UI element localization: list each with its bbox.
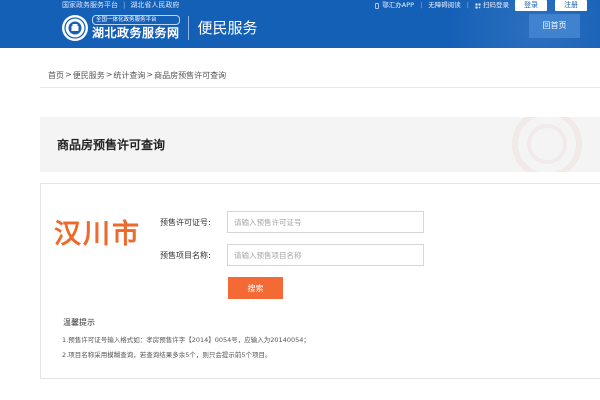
app-link-label: 鄂汇办APP — [382, 1, 415, 9]
scan-login-link[interactable]: 扫码登录 — [475, 0, 509, 11]
breadcrumb-separator: > — [105, 70, 113, 79]
link-provincial-government[interactable]: 湖北省人民政府 — [130, 0, 179, 11]
breadcrumb-statistics[interactable]: 统计查询 — [113, 70, 145, 81]
separator: | — [420, 1, 423, 9]
logo-subtitle: 全国一体化政务服务平台 — [92, 15, 180, 25]
breadcrumb-divider — [40, 87, 600, 88]
accessible-reading-link[interactable]: 无障碍阅读 — [428, 0, 461, 11]
license-number-input[interactable] — [227, 211, 424, 233]
project-name-label: 预售项目名称: — [160, 251, 211, 260]
logo-divider — [187, 16, 189, 40]
tip-item: 1.预售许可证号输入格式如：孝房预售许字【2014】0054号，应输入为2014… — [62, 336, 310, 344]
top-actions: 鄂汇办APP | 无障碍阅读 | 扫码登录 登录 注册 — [374, 0, 600, 11]
app-link[interactable]: 鄂汇办APP — [374, 0, 414, 11]
page-title: 商品房预售许可查询 — [57, 138, 166, 152]
breadcrumb-separator: > — [65, 70, 72, 79]
accessible-reading-label: 无障碍阅读 — [428, 1, 461, 9]
login-button[interactable]: 登录 — [515, 0, 547, 11]
tip-item: 2.项目名称采用模糊查询，若查询结果多余5个，则只会提示前5个项目。 — [62, 351, 272, 359]
logo-text: 全国一体化政务服务平台 湖北政务服务网 — [92, 15, 180, 41]
watermark-emblem-inner — [527, 124, 567, 164]
top-links: 国家政务服务平台 | 湖北省人民政府 — [62, 0, 179, 11]
link-national-platform[interactable]: 国家政务服务平台 — [62, 0, 118, 11]
separator: | — [123, 1, 126, 9]
register-button[interactable]: 注册 — [555, 0, 587, 11]
city-name: 汉川市 — [54, 219, 141, 250]
emblem-icon — [62, 15, 88, 41]
site-header: 国家政务服务平台 | 湖北省人民政府 鄂汇办APP | 无障碍阅读 | 扫码登录… — [0, 0, 600, 48]
project-name-input[interactable] — [227, 244, 424, 266]
tips-title: 温馨提示 — [63, 318, 95, 327]
site-logo[interactable]: 全国一体化政务服务平台 湖北政务服务网 便民服务 — [62, 13, 258, 43]
top-utility-bar: 国家政务服务平台 | 湖北省人民政府 鄂汇办APP | 无障碍阅读 | 扫码登录… — [0, 0, 600, 11]
query-form: 汉川市 预售许可证号: 预售项目名称: 搜索 温馨提示 1.预售许可证号输入格式… — [40, 183, 600, 379]
breadcrumb-home[interactable]: 首页 — [48, 70, 64, 81]
breadcrumb-convenience[interactable]: 便民服务 — [73, 70, 105, 81]
separator: | — [466, 1, 469, 9]
channel-title: 便民服务 — [197, 19, 258, 37]
qr-icon — [475, 3, 481, 8]
phone-icon — [375, 2, 380, 9]
search-button[interactable]: 搜索 — [228, 277, 283, 299]
home-button[interactable]: 回首页 — [529, 14, 580, 38]
scan-login-label: 扫码登录 — [483, 1, 509, 9]
title-band: 商品房预售许可查询 — [40, 117, 600, 172]
breadcrumb: 首页 > 便民服务 > 统计查询 > 商品房预售许可查询 — [48, 70, 226, 81]
breadcrumb-current: 商品房预售许可查询 — [154, 71, 227, 80]
logo-title: 湖北政务服务网 — [92, 26, 180, 40]
license-number-label: 预售许可证号: — [160, 218, 211, 227]
breadcrumb-separator: > — [146, 70, 154, 79]
